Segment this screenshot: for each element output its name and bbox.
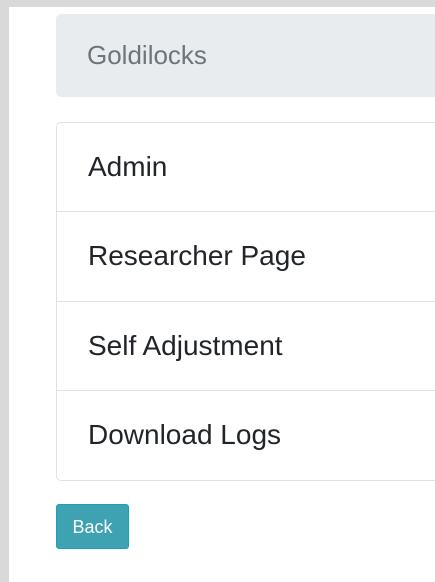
page: Goldilocks Admin Researcher Page Self Ad… [0,0,435,582]
menu-item-label: Download Logs [88,419,282,451]
app-title: Goldilocks [87,40,207,70]
menu-item-self-adjustment[interactable]: Self Adjustment [57,302,435,391]
app-header: Goldilocks [56,14,435,97]
menu-item-admin[interactable]: Admin [57,123,435,213]
menu-item-researcher-page[interactable]: Researcher Page [57,212,435,302]
navigation-menu: Admin Researcher Page Self Adjustment Do… [56,122,435,481]
window-frame-left [0,0,9,582]
menu-item-label: Self Adjustment [88,329,283,361]
back-button[interactable]: Back [56,504,129,549]
menu-item-label: Researcher Page [88,240,306,272]
menu-item-download-logs[interactable]: Download Logs [57,391,435,480]
menu-item-label: Admin [88,151,168,183]
window-frame-top [0,0,435,7]
